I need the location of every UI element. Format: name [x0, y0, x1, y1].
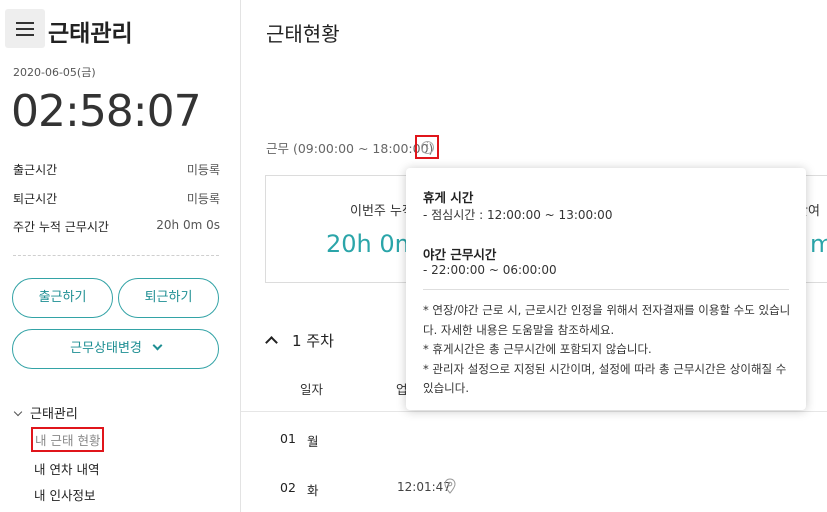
nav-item-my-attendance[interactable]: 내 근태 현황: [30, 427, 105, 452]
tooltip-notes: * 연장/야간 근로 시, 근로시간 인정을 위해서 전자결재를 이용할 수도 …: [423, 301, 793, 399]
row-day: 02: [280, 480, 296, 495]
current-time-clock: 02:58:07: [11, 86, 202, 137]
table-header-divider: [241, 411, 827, 412]
sidebar: 근태관리 2020-06-05(금) 02:58:07 출근시간 미등록 퇴근시…: [0, 0, 241, 512]
weekly-total-value: 20h 0m 0s: [156, 218, 220, 232]
clock-out-label: 퇴근시간: [13, 192, 58, 206]
clock-in-value: 미등록: [186, 163, 220, 177]
status-change-label: 근무상태변경: [70, 341, 142, 356]
app-window: 근태관리 2020-06-05(금) 02:58:07 출근시간 미등록 퇴근시…: [0, 0, 827, 512]
clock-in-label: 출근시간: [13, 163, 58, 177]
weekly-total-label: 주간 누적 근무시간: [13, 220, 109, 234]
row-day: 01: [280, 431, 296, 446]
app-title: 근태관리: [48, 21, 133, 47]
hamburger-icon-bar: [16, 28, 34, 30]
break-time-title: 휴게 시간: [423, 190, 474, 205]
weekly-total-row: 주간 누적 근무시간 20h 0m 0s: [13, 218, 220, 235]
hamburger-icon-bar: [16, 34, 34, 36]
current-date: 2020-06-05(금): [13, 66, 96, 79]
week-label: 1 주차: [292, 332, 334, 350]
tooltip-note: * 연장/야간 근로 시, 근로시간 인정을 위해서 전자결재를 이용할 수도 …: [423, 303, 791, 337]
tree-group-label: 근태관리: [30, 407, 78, 422]
break-time-text: - 점심시간 : 12:00:00 ~ 13:00:00: [423, 208, 613, 222]
work-hours-label: 근무 (09:00:00 ~ 18:00:00): [266, 141, 434, 156]
caret-down-icon: [13, 407, 23, 417]
page-title: 근태현황: [266, 22, 340, 46]
clock-out-row: 퇴근시간 미등록: [13, 190, 220, 207]
hamburger-icon: [16, 22, 34, 24]
week-toggle[interactable]: 1 주차: [265, 330, 334, 351]
info-icon: i: [421, 141, 434, 154]
clock-out-button[interactable]: 퇴근하기: [118, 278, 219, 318]
tooltip-divider: [423, 289, 789, 290]
status-change-button[interactable]: 근무상태변경: [12, 329, 219, 369]
night-work-text: - 22:00:00 ~ 06:00:00: [423, 263, 557, 277]
location-pin-icon[interactable]: [444, 478, 456, 494]
nav-item-my-hr-info[interactable]: 내 인사정보: [34, 485, 95, 504]
night-work-title: 야간 근무시간: [423, 247, 497, 262]
weekly-accum-label: 이번주 누적: [350, 204, 414, 219]
work-hours-tooltip: 휴게 시간 - 점심시간 : 12:00:00 ~ 13:00:00 야간 근무…: [406, 168, 806, 410]
tooltip-note: * 휴게시간은 총 근무시간에 포함되지 않습니다.: [423, 342, 652, 356]
hamburger-menu-button[interactable]: [5, 9, 45, 48]
row-weekday: 화: [307, 483, 319, 498]
chevron-up-icon: [265, 336, 278, 349]
row-clock-in-time: 12:01:47: [397, 480, 451, 494]
tree-group-attendance[interactable]: 근태관리: [13, 403, 78, 422]
row-weekday: 월: [307, 434, 319, 449]
nav-item-my-leave[interactable]: 내 연차 내역: [34, 459, 99, 478]
tooltip-note: * 관리자 설정으로 지정된 시간이며, 설정에 따라 총 근무시간은 상이해질…: [423, 361, 787, 396]
remaining-value: m: [810, 230, 827, 258]
clock-out-value: 미등록: [186, 192, 220, 206]
clock-in-button[interactable]: 출근하기: [12, 278, 113, 318]
weekly-accum-value: 20h 0m: [326, 230, 419, 258]
clock-in-row: 출근시간 미등록: [13, 161, 220, 178]
column-header-date: 일자: [300, 382, 324, 397]
info-button[interactable]: i: [415, 135, 439, 159]
chevron-down-icon: [152, 340, 163, 351]
divider: [13, 255, 219, 256]
